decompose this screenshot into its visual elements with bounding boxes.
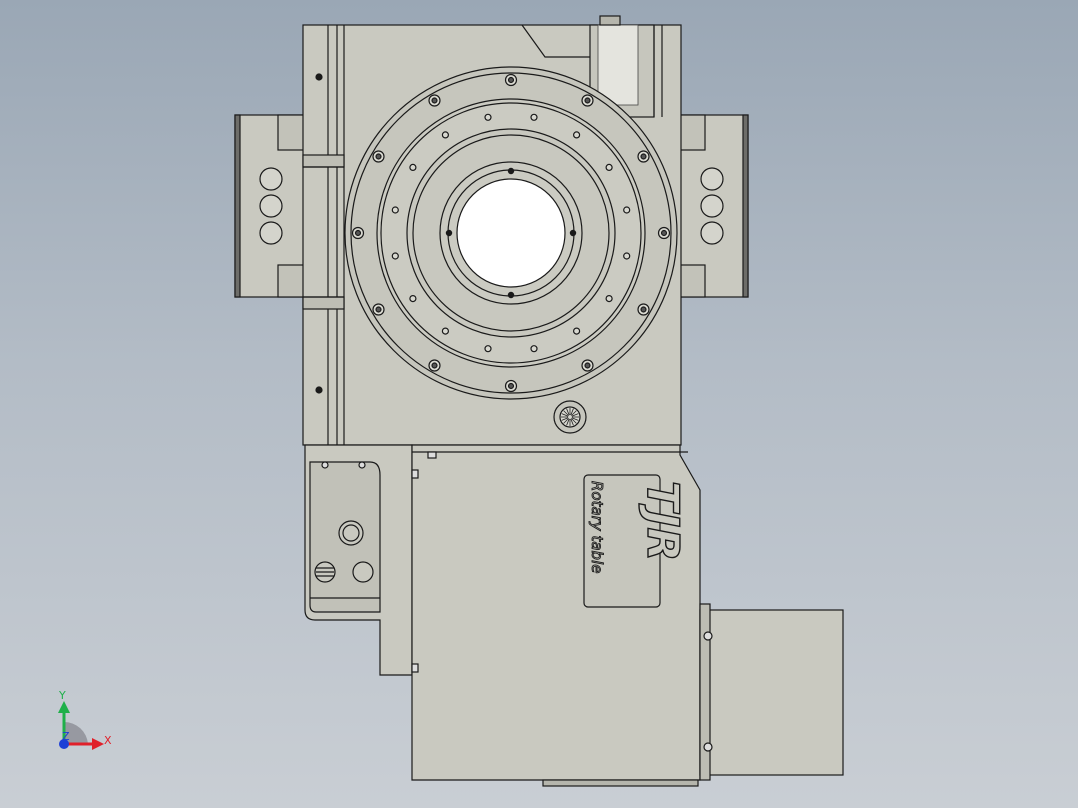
- rotary-table-face: [344, 66, 678, 400]
- housing-screw: [315, 386, 323, 394]
- indicator-fitting: [553, 400, 587, 434]
- outer-bolt-center: [584, 97, 591, 104]
- outer-bolt-center: [584, 362, 591, 369]
- housing-screw: [315, 73, 323, 81]
- outer-bolt-center: [640, 153, 647, 160]
- left-mounting-flange: [234, 114, 306, 298]
- right-bolt-hole: [700, 221, 724, 245]
- center-bore: [456, 178, 566, 288]
- bore-pin: [445, 229, 453, 237]
- inner-bolt: [605, 163, 613, 171]
- outer-bolt-center: [431, 362, 438, 369]
- outer-bolt-center: [354, 229, 362, 237]
- inner-bolt: [572, 327, 581, 335]
- inner-bolt: [484, 345, 492, 353]
- left-bolt-hole: [259, 194, 283, 218]
- y-axis-label: Y: [58, 689, 66, 702]
- rotary-table-drawing: TJR Rotary table Y X Z: [58, 15, 844, 787]
- inner-bolt: [623, 252, 631, 260]
- outer-bolt-center: [375, 153, 382, 160]
- inner-bolt: [484, 113, 492, 121]
- inner-bolt: [530, 113, 538, 121]
- brand-logo: TJR: [637, 481, 688, 561]
- inner-bolt: [605, 295, 613, 303]
- left-bolt-hole: [259, 167, 283, 191]
- inner-bolt: [391, 252, 399, 260]
- inner-bolt: [409, 163, 417, 171]
- outer-bolt-center: [507, 76, 515, 84]
- outer-bolt-center: [660, 229, 668, 237]
- motor-housing: [699, 603, 844, 781]
- inner-bolt: [441, 131, 449, 139]
- inner-bolt: [530, 345, 538, 353]
- outer-bolt-center: [507, 382, 515, 390]
- x-axis-label: X: [104, 734, 112, 747]
- bore-pin: [507, 291, 515, 299]
- z-axis-label: Z: [62, 730, 70, 743]
- outer-bolt-center: [375, 306, 382, 313]
- left-bolt-hole: [259, 221, 283, 245]
- outer-bolt-center: [431, 97, 438, 104]
- bore-pin: [507, 167, 515, 175]
- brand-tagline: Rotary table: [588, 481, 606, 573]
- right-mounting-flange: [677, 114, 749, 298]
- rotary-table-model: [234, 15, 844, 787]
- axis-triad[interactable]: Y X Z: [58, 689, 112, 750]
- outer-bolt-center: [640, 306, 647, 313]
- inner-bolt: [441, 327, 449, 335]
- inner-bolt: [623, 206, 631, 214]
- inner-bolt: [409, 295, 417, 303]
- side-bracket: [304, 444, 413, 676]
- right-bolt-hole: [700, 167, 724, 191]
- cad-viewport[interactable]: TJR Rotary table Y X Z: [0, 0, 1078, 808]
- inner-bolt: [572, 131, 581, 139]
- bore-pin: [569, 229, 577, 237]
- inner-bolt: [391, 206, 399, 214]
- right-bolt-hole: [700, 194, 724, 218]
